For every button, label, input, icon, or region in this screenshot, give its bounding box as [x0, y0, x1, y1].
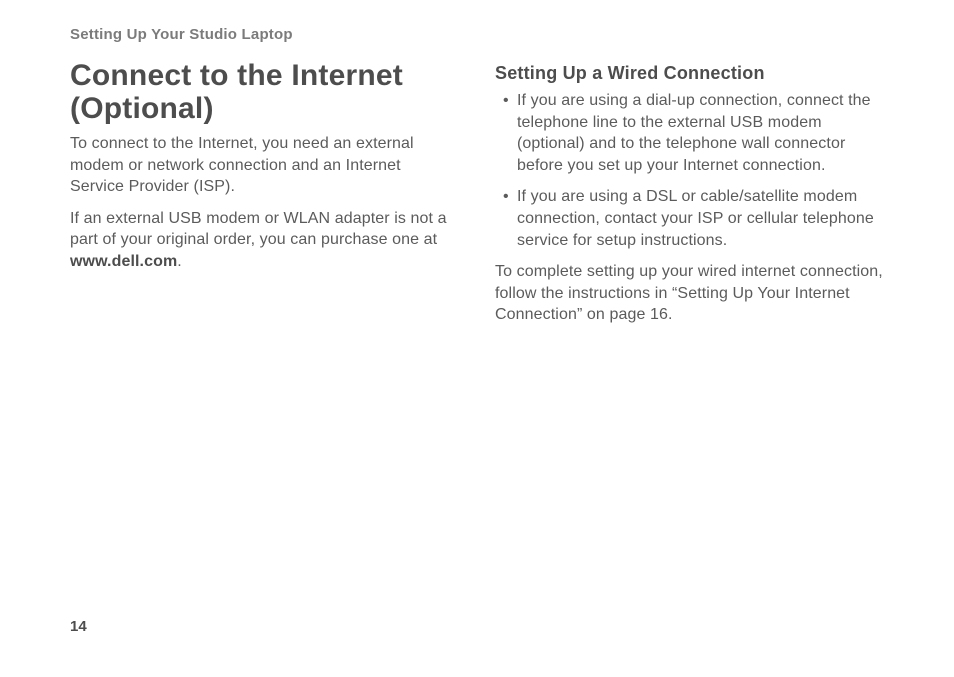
text-run: . [177, 253, 182, 270]
body-paragraph: To connect to the Internet, you need an … [70, 133, 459, 198]
subsection-heading: Setting Up a Wired Connection [495, 63, 884, 84]
body-paragraph: To complete setting up your wired intern… [495, 261, 884, 326]
list-item: If you are using a dial-up connection, c… [517, 90, 884, 176]
two-column-layout: Connect to the Internet (Optional) To co… [70, 53, 884, 336]
page-number: 14 [70, 618, 87, 635]
text-run: If an external USB modem or WLAN adapter… [70, 210, 447, 249]
document-page: Setting Up Your Studio Laptop Connect to… [0, 0, 954, 677]
body-paragraph: If an external USB modem or WLAN adapter… [70, 208, 459, 273]
list-item: If you are using a DSL or cable/satellit… [517, 186, 884, 251]
running-head: Setting Up Your Studio Laptop [70, 26, 884, 43]
bullet-list: If you are using a dial-up connection, c… [495, 90, 884, 251]
left-column: Connect to the Internet (Optional) To co… [70, 53, 459, 336]
right-column: Setting Up a Wired Connection If you are… [495, 53, 884, 336]
section-title: Connect to the Internet (Optional) [70, 59, 459, 125]
url-text: www.dell.com [70, 253, 177, 270]
